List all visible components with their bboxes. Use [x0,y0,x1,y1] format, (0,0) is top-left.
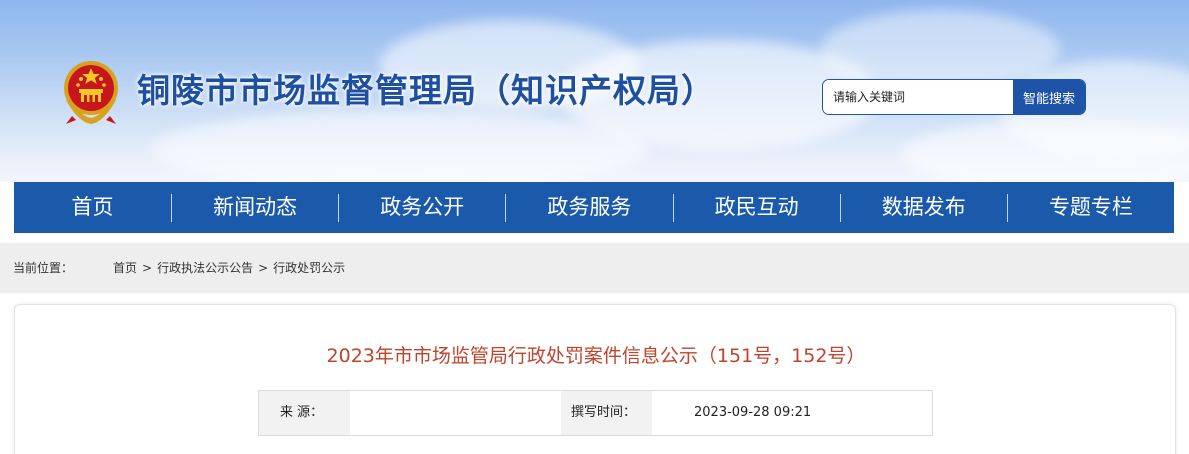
search-box: 智能搜索 [822,79,1086,115]
breadcrumb-link-enforcement-notices[interactable]: 行政执法公示公告 [157,261,253,275]
source-value [350,391,561,435]
nav-item-home[interactable]: 首页 [14,182,171,233]
search-button[interactable]: 智能搜索 [1013,80,1085,114]
breadcrumb: 当前位置： 首页 > 行政执法公示公告 > 行政处罚公示 [0,243,1189,293]
search-input[interactable] [823,80,1013,114]
article-meta: 来 源： 撰写时间： 2023-09-28 09:21 [258,390,933,436]
breadcrumb-label: 当前位置： [13,261,74,275]
national-emblem-icon [64,61,118,124]
site-title: 铜陵市市场监督管理局（知识产权局） [137,71,715,110]
article-card: 2023年市市场监管局行政处罚案件信息公示（151号，152号） 来 源： 撰写… [14,304,1176,454]
header-banner: 铜陵市市场监督管理局（知识产权局） 智能搜索 [0,0,1189,182]
nav-item-special-topics[interactable]: 专题专栏 [1008,182,1174,233]
nav-item-interaction[interactable]: 政民互动 [674,182,840,233]
date-label: 撰写时间： [561,391,652,435]
date-value: 2023-09-28 09:21 [694,405,812,420]
nav-item-news[interactable]: 新闻动态 [172,182,338,233]
breadcrumb-link-penalty-notices[interactable]: 行政处罚公示 [273,261,345,275]
source-label: 来 源： [259,391,350,435]
breadcrumb-path: 首页 > 行政执法公示公告 > 行政处罚公示 [113,243,345,293]
breadcrumb-separator: > [142,261,153,275]
breadcrumb-separator: > [258,261,269,275]
nav-item-government-affairs[interactable]: 政务公开 [339,182,505,233]
nav-item-government-services[interactable]: 政务服务 [506,182,672,233]
article-title: 2023年市市场监管局行政处罚案件信息公示（151号，152号） [326,345,866,367]
main-nav: 首页 新闻动态 政务公开 政务服务 政民互动 数据发布 专题专栏 [14,182,1174,233]
breadcrumb-link-home[interactable]: 首页 [113,261,137,275]
nav-item-data-release[interactable]: 数据发布 [841,182,1007,233]
